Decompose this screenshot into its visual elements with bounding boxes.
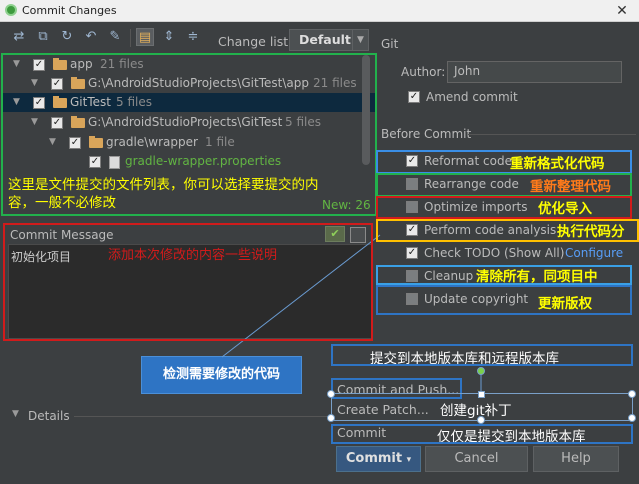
annotation-arrow-line [221, 234, 381, 358]
annotation-arrows [221, 234, 482, 398]
selection-handle [478, 391, 485, 398]
selection-handle [628, 414, 636, 422]
patch-annotation: 创建git补丁 [440, 403, 512, 419]
chevron-down-icon: ▾ [406, 455, 412, 465]
commit-button-label: Commit [345, 451, 403, 466]
commit-annotation: 仅仅是提交到本地版本库 [437, 429, 586, 445]
selection-handle [327, 414, 335, 422]
cancel-button[interactable]: Cancel [425, 446, 528, 472]
selection-handle [628, 390, 636, 398]
help-button[interactable]: Help [533, 446, 619, 472]
menu-item-commit-and-push[interactable]: Commit and Push... [337, 380, 462, 400]
commit-button[interactable]: Commit ▾ [336, 446, 421, 472]
selection-handle [327, 390, 335, 398]
selection-handle [477, 416, 485, 424]
push-annotation: 提交到本地版本库和远程版本库 [370, 351, 559, 367]
rotate-handle [477, 367, 485, 375]
